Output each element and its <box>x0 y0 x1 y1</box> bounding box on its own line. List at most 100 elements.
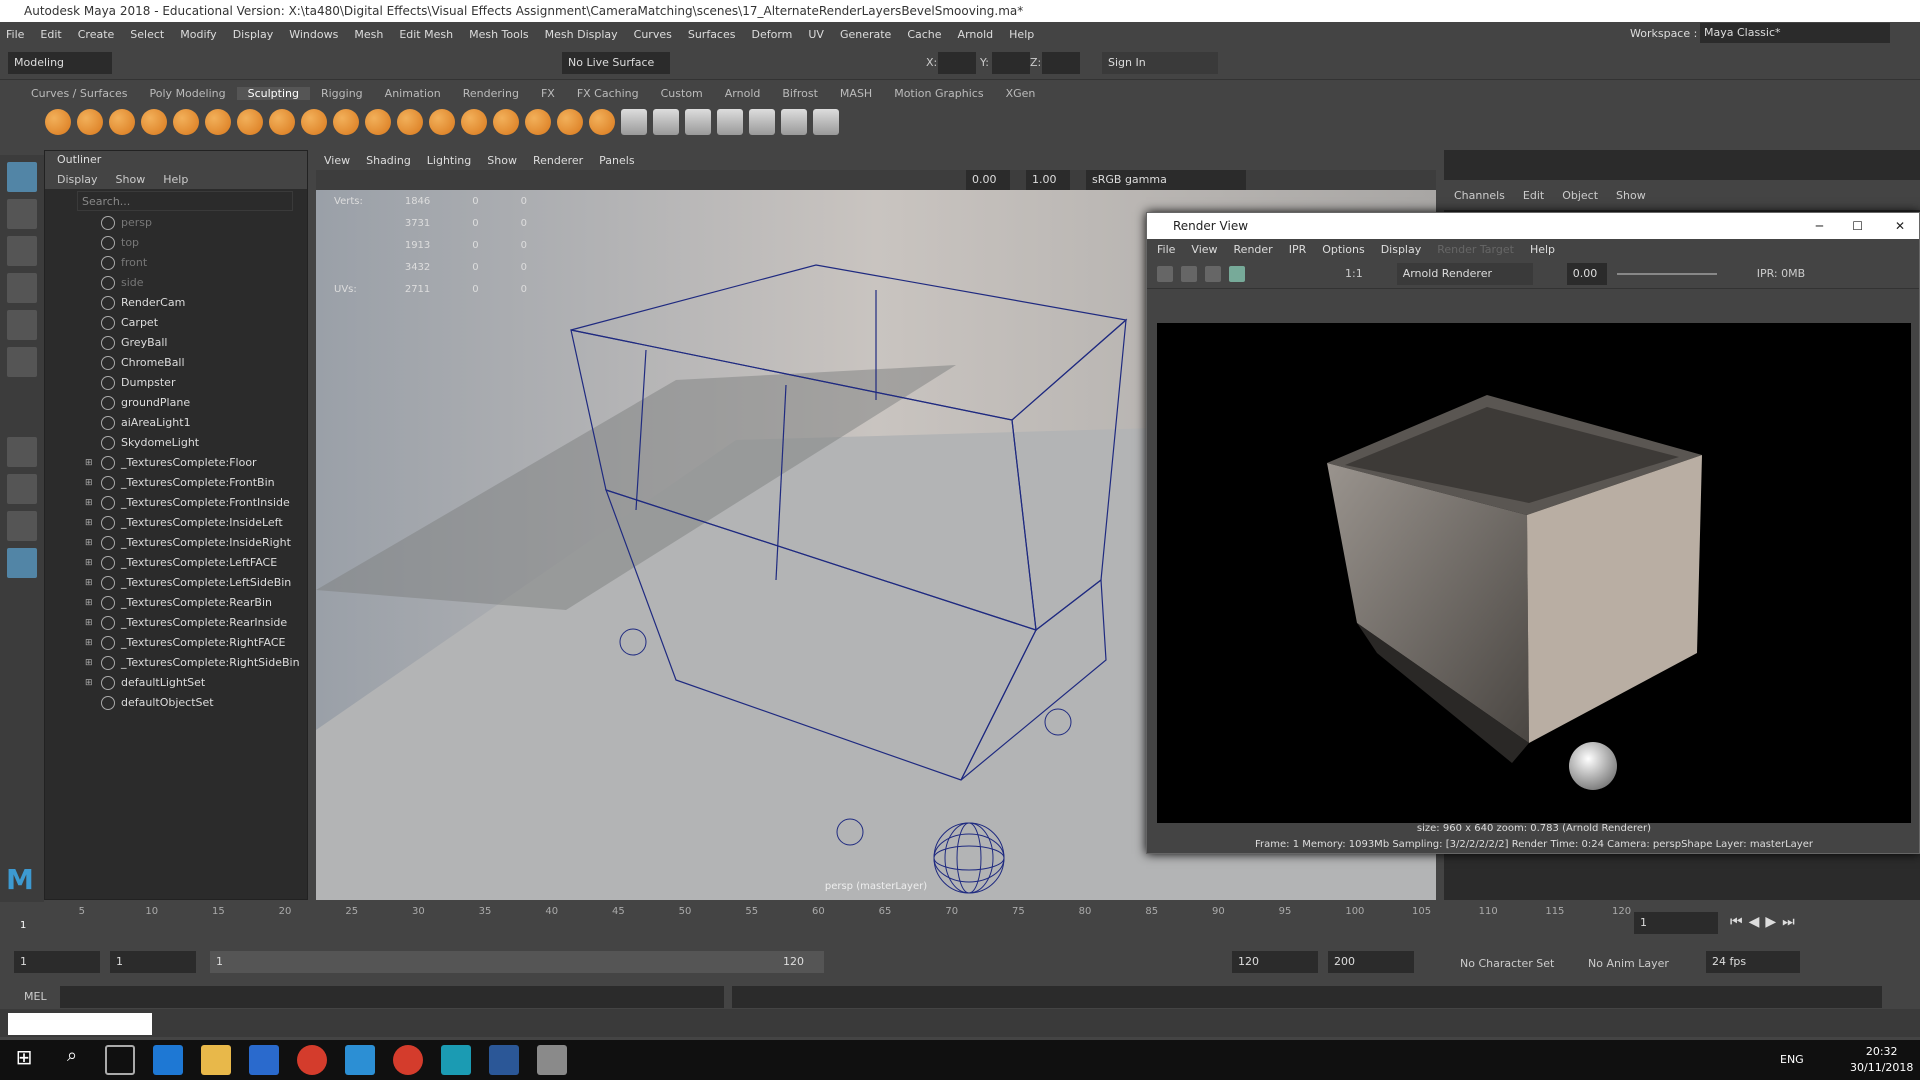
tab-rendering[interactable]: Rendering <box>452 87 530 100</box>
expand-icon[interactable]: ⊞ <box>85 673 95 693</box>
knife-tool-icon[interactable] <box>461 109 487 135</box>
expand-icon[interactable]: ⊞ <box>85 553 95 573</box>
clock[interactable]: 20:32 30/11/2018 <box>1850 1044 1913 1076</box>
outliner-search-input[interactable]: Search... <box>77 191 293 211</box>
tab-curves-surfaces[interactable]: Curves / Surfaces <box>20 87 139 100</box>
outliner-menu-display[interactable]: Display <box>57 173 98 186</box>
vp-menu-show[interactable]: Show <box>487 154 517 167</box>
channel-menu-show[interactable]: Show <box>1616 189 1646 202</box>
expand-icon[interactable]: ⊞ <box>85 473 95 493</box>
menu-display[interactable]: Display <box>233 28 274 41</box>
search-icon[interactable]: ⌕ <box>57 1045 87 1075</box>
outliner-item[interactable]: ⊞ _TexturesComplete:RightSideBin <box>45 653 307 673</box>
command-language-label[interactable]: MEL <box>24 990 47 1003</box>
rv-exposure-field[interactable]: 0.00 <box>1566 262 1607 285</box>
scrape-tool-icon[interactable] <box>397 109 423 135</box>
menu-modify[interactable]: Modify <box>180 28 216 41</box>
tab-sculpting[interactable]: Sculpting <box>236 86 310 100</box>
outliner-item[interactable]: ⊞ _TexturesComplete:InsideLeft <box>45 513 307 533</box>
minimize-icon[interactable]: ─ <box>1816 213 1823 239</box>
vp-menu-panels[interactable]: Panels <box>599 154 634 167</box>
task-view-icon[interactable] <box>105 1045 135 1075</box>
outliner-item[interactable]: RenderCam <box>45 293 307 313</box>
fill-tool-icon[interactable] <box>429 109 455 135</box>
expand-icon[interactable]: ⊞ <box>85 633 95 653</box>
outliner-item[interactable]: SkydomeLight <box>45 433 307 453</box>
menu-cache[interactable]: Cache <box>907 28 941 41</box>
outliner-item[interactable]: ⊞ _TexturesComplete:LeftFACE <box>45 553 307 573</box>
maya-icon[interactable] <box>441 1045 471 1075</box>
tab-rigging[interactable]: Rigging <box>310 87 374 100</box>
menu-edit[interactable]: Edit <box>40 28 61 41</box>
flatten-tool-icon[interactable] <box>205 109 231 135</box>
edge-icon[interactable] <box>153 1045 183 1075</box>
outliner-item[interactable]: aiAreaLight1 <box>45 413 307 433</box>
command-input[interactable] <box>60 986 724 1008</box>
expand-icon[interactable]: ⊞ <box>85 613 95 633</box>
menu-select[interactable]: Select <box>130 28 164 41</box>
outliner-item[interactable]: top <box>45 233 307 253</box>
outliner-item[interactable]: ⊞ _TexturesComplete:FrontBin <box>45 473 307 493</box>
menu-windows[interactable]: Windows <box>289 28 338 41</box>
outliner-item[interactable]: defaultObjectSet <box>45 693 307 713</box>
menu-arnold[interactable]: Arnold <box>958 28 994 41</box>
chrome-icon[interactable] <box>297 1045 327 1075</box>
outliner-item[interactable]: persp <box>45 213 307 233</box>
tab-animation[interactable]: Animation <box>374 87 452 100</box>
tab-motion-graphics[interactable]: Motion Graphics <box>883 87 994 100</box>
rv-menu-options[interactable]: Options <box>1322 243 1364 256</box>
outliner-item[interactable]: groundPlane <box>45 393 307 413</box>
four-pane-layout-icon[interactable] <box>7 474 37 504</box>
render-icon[interactable] <box>1157 265 1173 282</box>
end-time-field[interactable]: 200 <box>1328 951 1414 973</box>
menu-generate[interactable]: Generate <box>840 28 891 41</box>
snapshot-icon[interactable] <box>1205 265 1221 282</box>
ipr-icon[interactable] <box>1181 265 1197 282</box>
rv-menu-render[interactable]: Render <box>1234 243 1273 256</box>
z-field[interactable] <box>1042 52 1080 74</box>
file-explorer-icon[interactable] <box>201 1045 231 1075</box>
two-pane-layout-icon[interactable] <box>7 511 37 541</box>
gamma-field[interactable]: 1.00 <box>1026 170 1070 190</box>
exposure-slider[interactable] <box>1616 272 1717 275</box>
menu-mesh[interactable]: Mesh <box>354 28 383 41</box>
rv-menu-display[interactable]: Display <box>1381 243 1422 256</box>
character-set-dropdown[interactable]: No Character Set <box>1460 957 1554 970</box>
single-pane-layout-icon[interactable] <box>7 437 37 467</box>
rv-menu-file[interactable]: File <box>1157 243 1175 256</box>
notes-app-icon[interactable] <box>345 1045 375 1075</box>
activity-monitor-icon[interactable] <box>249 1045 279 1075</box>
vp-menu-renderer[interactable]: Renderer <box>533 154 583 167</box>
move-tool-icon[interactable] <box>7 273 37 303</box>
outliner-item[interactable]: ⊞ defaultLightSet <box>45 673 307 693</box>
playback-end-field[interactable]: 120 <box>1232 951 1318 973</box>
live-surface-field[interactable]: No Live Surface <box>562 52 670 74</box>
outliner-item[interactable]: Dumpster <box>45 373 307 393</box>
tab-arnold[interactable]: Arnold <box>714 87 772 100</box>
playback-controls-icon[interactable]: ⏮◀▶⏭ <box>1730 914 1801 930</box>
tab-fx-caching[interactable]: FX Caching <box>566 87 650 100</box>
tab-mash[interactable]: MASH <box>829 87 883 100</box>
tab-poly-modeling[interactable]: Poly Modeling <box>139 87 237 100</box>
anim-layer-dropdown[interactable]: No Anim Layer <box>1588 957 1669 970</box>
outliner-layout-icon[interactable] <box>7 548 37 578</box>
outliner-item[interactable]: ⊞ _TexturesComplete:RearInside <box>45 613 307 633</box>
freeze-tool-icon[interactable] <box>589 109 615 135</box>
pinch-tool-icon[interactable] <box>173 109 199 135</box>
range-bar[interactable]: 1 120 <box>210 951 824 973</box>
channel-menu-object[interactable]: Object <box>1562 189 1598 202</box>
sign-in-button[interactable]: Sign In <box>1102 52 1218 74</box>
amplify-tool-icon[interactable] <box>557 109 583 135</box>
menu-mesh-tools[interactable]: Mesh Tools <box>469 28 529 41</box>
language-indicator[interactable]: ENG <box>1780 1053 1804 1066</box>
rv-menu-view[interactable]: View <box>1191 243 1217 256</box>
outliner-item[interactable]: ⊞ _TexturesComplete:RightFACE <box>45 633 307 653</box>
bulge-tool-icon[interactable] <box>525 109 551 135</box>
shape-editor-icon[interactable] <box>717 109 743 135</box>
blend-shape-icon[interactable] <box>685 109 711 135</box>
brush-icon[interactable] <box>749 109 775 135</box>
playback-start-field[interactable]: 1 <box>110 951 196 973</box>
menu-file[interactable]: File <box>6 28 24 41</box>
menu-edit-mesh[interactable]: Edit Mesh <box>399 28 453 41</box>
sculpt-settings-icon[interactable] <box>621 109 647 135</box>
